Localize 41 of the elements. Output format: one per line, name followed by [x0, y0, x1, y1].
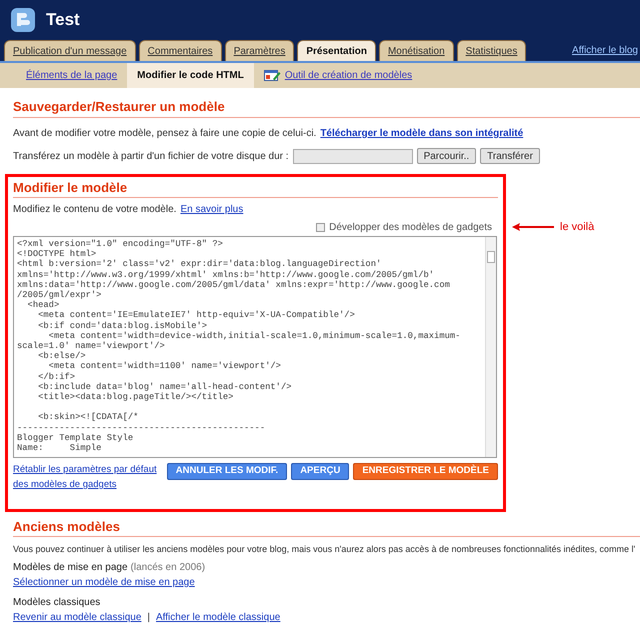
reset-gadget-templates-link[interactable]: Rétablir les paramètres par défaut des modèles de gadgets — [13, 462, 159, 492]
nav-tab[interactable]: Paramètres — [224, 40, 294, 61]
link-separator: | — [147, 611, 150, 625]
annotation-text: le voilà — [560, 220, 594, 235]
nav-tab[interactable]: Commentaires — [138, 40, 222, 61]
scrollbar[interactable] — [485, 237, 496, 457]
section-title: Modifier le modèle — [13, 179, 498, 198]
intro-text: Vous pouvez continuer à utiliser les anciens modèles pour votre blog, mais vous n'aurez alors pas accès à de nombreuses fonctionnalités inédites, comme l' — [13, 543, 636, 556]
action-button[interactable]: APERÇU — [291, 463, 350, 480]
section-title: Sauvegarder/Restaurer un modèle — [13, 98, 640, 118]
intro-text: Avant de modifier votre modèle, pensez à faire une copie de celui-ci. — [13, 127, 316, 141]
nav-tab[interactable]: Monétisation — [378, 40, 454, 61]
classic-template-link[interactable]: Revenir au modèle classique — [13, 611, 142, 625]
browse-button[interactable]: Parcourir.. — [416, 148, 476, 164]
subnav-link[interactable]: Éléments de la page — [16, 63, 128, 88]
subsection-heading: Modèles de mise en page — [13, 561, 128, 575]
select-layout-link[interactable]: Sélectionner un modèle de mise en page — [13, 576, 195, 590]
checkbox[interactable] — [316, 223, 326, 232]
nav-tab[interactable]: Présentation — [297, 40, 376, 61]
window-pencil-icon — [264, 69, 281, 82]
note-text: (lancés en 2006) — [130, 561, 206, 575]
blog-logo-icon — [10, 7, 36, 33]
subnav-link[interactable]: Modifier le code HTML — [127, 63, 254, 88]
download-link[interactable]: Télécharger le modèle dans son intégralité — [320, 127, 524, 141]
section-title: Anciens modèles — [13, 518, 640, 537]
intro-text: Modifiez le contenu de votre modèle. — [13, 203, 176, 217]
learn-more-link[interactable]: En savoir plus — [180, 203, 244, 217]
subnav-link[interactable]: Outil de création de modèles — [254, 63, 422, 88]
subsection-heading: Modèles classiques — [13, 596, 102, 610]
action-button[interactable]: ANNULER LES MODIF. — [166, 463, 288, 480]
blog-title: Test — [46, 9, 80, 32]
upload-label: Transférez un modèle à partir d'un fichier de votre disque dur : — [13, 150, 289, 164]
checkbox-label: Développer des modèles de gadgets — [329, 221, 492, 235]
transfer-button[interactable]: Transférer — [480, 148, 540, 164]
classic-template-link[interactable]: Afficher le modèle classique — [156, 611, 280, 625]
nav-tab[interactable]: Statistiques — [456, 40, 526, 61]
arrow-icon — [512, 223, 554, 232]
template-code: <?xml version="1.0" encoding="UTF-8" ?> <!DOCTYPE html> <html b:version='2' class='v2' expr:dir='data:blog.languageDirection' xmlns='http://www.w3.org/1999/xhtml' xmlns:b='http://www.google.com/2005/gml/b' xmlns:data='http://www.google.com/2005/gml/data' xmlns:expr='http://www.google.com /2005/gml/expr'> <head> <meta content='IE=EmulateIE7' http-equiv='X-UA-Compatible'/> <b:if cond='data:blog.isMobile'> <meta content='width=device-width,initial-scale=1.0,minimum-scale=1.0,maximum- scale=1.0' name='viewport'/> <b:else/> <meta content='width=1100' name='viewport'/> </b:if> <b:include data='blog' name='all-head-content'/> <title><data:blog.pageTitle/></title> <b:skin><![CDATA[/* ----------------------------------------------- Blogger Template Style Name: Simple — [16, 238, 462, 456]
file-path-field[interactable] — [292, 148, 413, 164]
view-blog-link[interactable]: Afficher le blog — [572, 43, 638, 58]
nav-tab[interactable]: Publication d'un message — [4, 40, 136, 61]
